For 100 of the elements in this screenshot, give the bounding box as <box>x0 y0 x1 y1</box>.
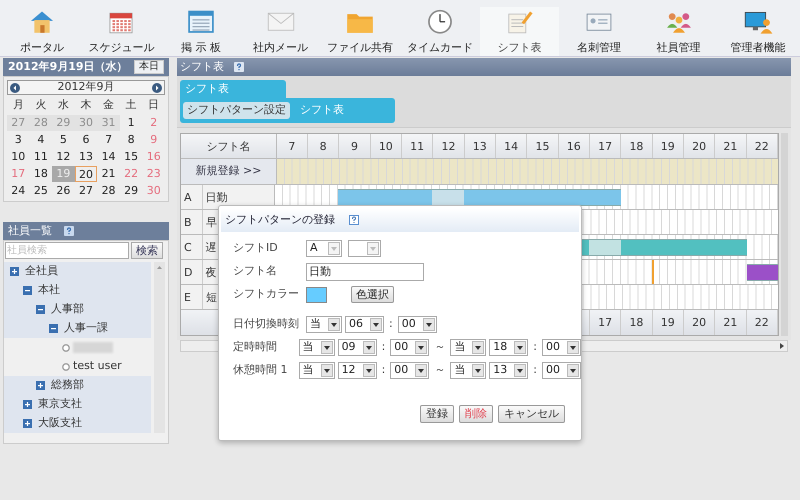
dropdown[interactable]: 当 <box>298 339 335 356</box>
calendar-day[interactable]: 28 <box>97 182 120 198</box>
scroll-right-icon[interactable] <box>780 343 784 349</box>
color-select-button[interactable]: 色選択 <box>351 286 394 303</box>
dropdown[interactable]: 06 <box>345 316 384 333</box>
shift-bar[interactable] <box>620 238 652 256</box>
calendar-day[interactable]: 3 <box>7 132 30 148</box>
shift-bar[interactable] <box>432 188 464 206</box>
weekday-label: 木 <box>79 97 92 113</box>
calendar-day[interactable]: 26 <box>52 182 75 198</box>
caret-icon <box>331 246 337 250</box>
collapse-icon[interactable] <box>23 286 32 295</box>
shift-bar[interactable] <box>589 238 621 256</box>
color-swatch[interactable] <box>306 286 327 302</box>
nav-item[interactable]: 社員管理 <box>638 7 718 56</box>
nav-item[interactable]: 管理者機能 <box>718 7 798 56</box>
caret-icon <box>570 346 576 350</box>
calendar-day[interactable]: 21 <box>97 166 120 182</box>
previous-month-icon[interactable] <box>10 82 20 92</box>
caret-icon <box>324 368 330 372</box>
shift-bar[interactable] <box>715 238 747 256</box>
help-icon[interactable] <box>64 226 74 236</box>
collapse-icon[interactable] <box>36 305 45 314</box>
help-icon[interactable] <box>349 215 359 225</box>
caret-icon <box>331 322 337 326</box>
dialog-button[interactable]: 登録 <box>420 405 454 423</box>
calendar-day[interactable]: 10 <box>7 148 30 164</box>
nav-item[interactable]: ポータル <box>2 7 82 56</box>
calendar-day[interactable]: 27 <box>74 182 98 198</box>
calendar-day[interactable]: 7 <box>97 132 120 148</box>
help-icon[interactable] <box>234 62 244 72</box>
calendar-day[interactable]: 18 <box>30 166 52 182</box>
shift-bar[interactable] <box>464 188 496 206</box>
nav-item[interactable]: タイムカード <box>400 7 480 56</box>
dropdown[interactable]: 13 <box>489 362 528 379</box>
caret-icon <box>370 246 376 250</box>
expand-icon[interactable] <box>10 267 19 276</box>
nav-item[interactable]: 名刺管理 <box>559 7 639 56</box>
shift-bar[interactable] <box>400 188 432 206</box>
calendar-day[interactable]: 20 <box>74 166 98 182</box>
dialog-button[interactable]: キャンセル <box>498 405 565 423</box>
scroll-up-icon[interactable] <box>157 266 162 269</box>
nav-item[interactable]: 掲 示 板 <box>161 7 241 56</box>
dropdown[interactable]: 00 <box>542 339 581 356</box>
calendar-day[interactable]: 13 <box>74 148 98 164</box>
dropdown[interactable]: 当 <box>450 339 486 356</box>
caret-icon <box>366 346 372 350</box>
tab[interactable]: シフトパターン設定 <box>183 102 290 119</box>
shift-bar[interactable] <box>338 188 370 206</box>
nav-item[interactable]: シフト表 <box>480 7 560 56</box>
tree-item[interactable]: test user <box>73 358 122 375</box>
separator: ～ <box>433 339 446 356</box>
field-label: 休憩時間 1 <box>233 362 288 378</box>
next-month-icon[interactable] <box>152 82 162 92</box>
calendar-day[interactable]: 11 <box>30 148 52 164</box>
search-button[interactable]: 検索 <box>131 242 163 259</box>
dropdown[interactable]: 00 <box>398 316 437 333</box>
dropdown[interactable]: 当 <box>450 362 486 379</box>
caret-icon <box>324 346 330 350</box>
dialog-button[interactable]: 削除 <box>459 405 493 423</box>
scrollbar[interactable] <box>154 262 165 433</box>
dropdown[interactable]: 当 <box>298 362 335 379</box>
calendar-day[interactable]: 12 <box>52 148 75 164</box>
today-button[interactable]: 本日 <box>134 60 164 74</box>
tree-item[interactable]: 本社 <box>38 282 60 299</box>
nav-item[interactable]: スケジュール <box>82 7 162 56</box>
row-id: E <box>181 285 203 309</box>
collapse-icon[interactable] <box>49 324 58 333</box>
caret-icon <box>570 368 576 372</box>
calendar-day[interactable]: 15 <box>120 148 142 164</box>
calendar-day[interactable]: 29 <box>120 182 142 198</box>
dropdown[interactable]: 当 <box>306 316 342 333</box>
expand-icon[interactable] <box>23 419 32 428</box>
calendar-day[interactable]: 1 <box>120 114 142 130</box>
caret-icon <box>426 322 432 326</box>
calendar-day[interactable]: 8 <box>120 132 142 148</box>
dropdown[interactable]: 00 <box>390 362 430 379</box>
calendar-day[interactable]: 24 <box>7 182 30 198</box>
dropdown[interactable]: 12 <box>338 362 377 379</box>
dropdown[interactable]: 00 <box>542 362 581 379</box>
nav-item[interactable]: ファイル共有 <box>320 7 400 56</box>
nav-item[interactable]: 社内メール <box>240 7 320 56</box>
hour-footer: 19 <box>652 310 684 335</box>
calendar-day[interactable]: 6 <box>74 132 98 148</box>
field-label: シフト名 <box>233 263 278 280</box>
calendar-day[interactable]: 4 <box>30 132 52 148</box>
dropdown[interactable]: 09 <box>338 339 377 356</box>
expand-icon[interactable] <box>23 400 32 409</box>
shift-bar[interactable] <box>589 188 621 206</box>
calendar-day[interactable]: 5 <box>52 132 75 148</box>
panel-title: シフト表 <box>180 58 224 75</box>
new-entry-link[interactable]: 新規登録 >> <box>181 159 277 184</box>
expand-icon[interactable] <box>36 381 45 390</box>
calendar-day[interactable]: 14 <box>97 148 120 164</box>
shift-bar[interactable] <box>746 264 778 280</box>
dropdown[interactable]: 00 <box>390 339 430 356</box>
name-field[interactable]: 日勤 <box>306 262 424 280</box>
search-field[interactable]: 社員検索 <box>5 242 129 259</box>
calendar-day[interactable]: 25 <box>30 182 52 198</box>
dropdown[interactable]: 18 <box>489 339 528 356</box>
